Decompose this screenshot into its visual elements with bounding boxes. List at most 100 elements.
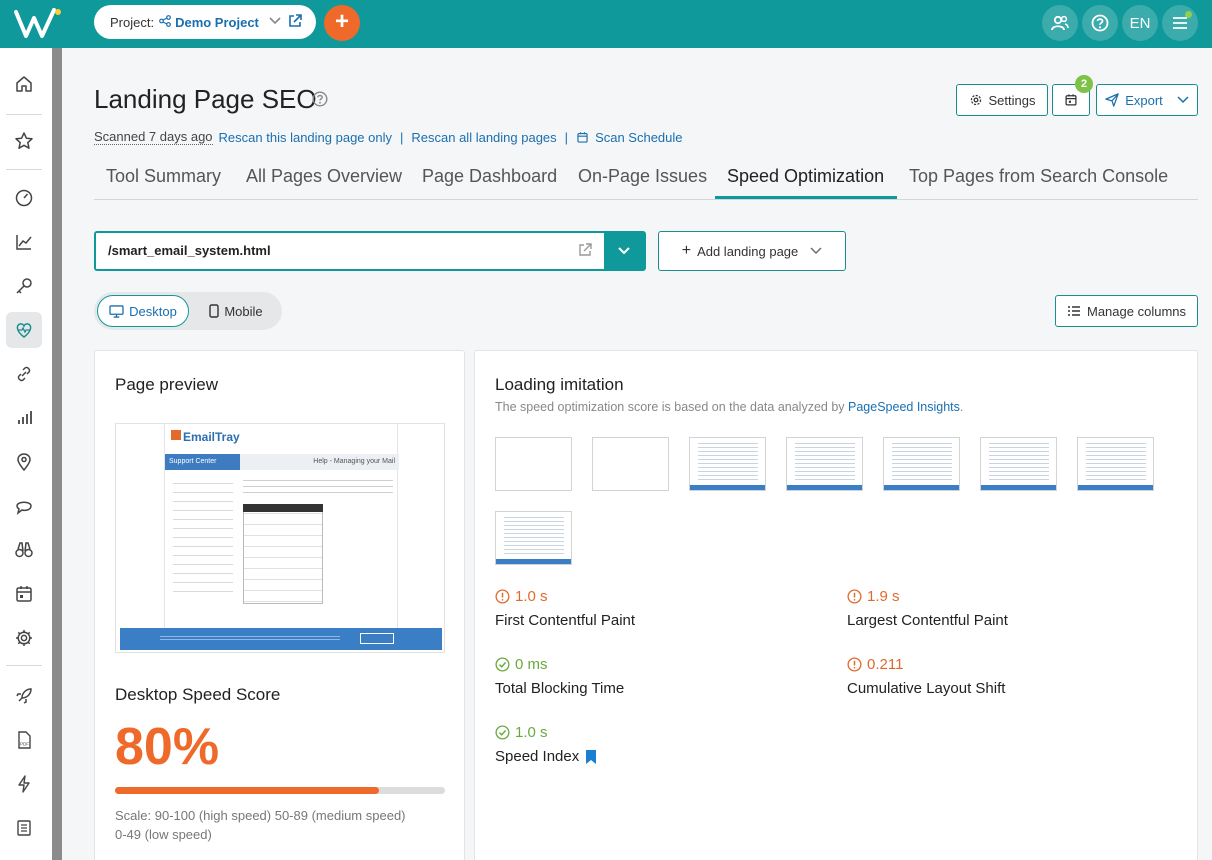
frame-banner [787, 485, 862, 490]
columns-icon [1068, 306, 1080, 316]
frame-banner [884, 485, 959, 490]
add-landing-page-button[interactable]: + Add landing page [658, 231, 846, 271]
sidebar-item-analytics[interactable] [6, 400, 42, 436]
preview-site-section: Support Center [165, 454, 240, 470]
sidebar-item-speed[interactable] [6, 180, 42, 216]
help-circle-icon[interactable] [312, 91, 328, 112]
menu-button[interactable] [1162, 5, 1198, 41]
warning-icon [847, 589, 862, 604]
sidebar-item-competitors[interactable] [6, 532, 42, 568]
check-circle-icon [495, 725, 510, 740]
app-logo[interactable] [14, 6, 64, 42]
sidebar-item-rankings[interactable] [6, 224, 42, 260]
chart-icon [16, 235, 32, 250]
lcp-value: 1.9 s [847, 588, 900, 605]
tab-bar: Tool Summary All Pages Overview Page Das… [94, 158, 1198, 200]
sidebar-item-backlinks[interactable] [6, 356, 42, 392]
check-circle-icon [495, 657, 510, 672]
tab-top-pages-search-console[interactable]: Top Pages from Search Console [909, 166, 1168, 187]
link-icon [17, 366, 31, 382]
rescan-page-link[interactable]: Rescan this landing page only [219, 130, 392, 145]
schedule-calendar-button[interactable]: 2 [1052, 75, 1093, 116]
rescan-all-link[interactable]: Rescan all landing pages [411, 130, 556, 145]
sidebar-item-quick[interactable] [6, 766, 42, 802]
gauge-icon [15, 189, 33, 207]
scan-info: Scanned 7 days ago Rescan this landing p… [94, 129, 683, 145]
frame-content [892, 440, 952, 480]
bolt-icon [18, 775, 30, 793]
sidebar-item-home[interactable] [6, 66, 42, 102]
share-icon [159, 14, 171, 30]
url-dropdown-toggle[interactable] [604, 233, 644, 269]
sidebar-item-launch[interactable] [6, 678, 42, 714]
warning-icon [847, 657, 862, 672]
tab-all-pages-overview[interactable]: All Pages Overview [246, 166, 402, 187]
sidebar-item-settings[interactable] [6, 620, 42, 656]
tab-on-page-issues[interactable]: On-Page Issues [578, 166, 707, 187]
separator: | [400, 129, 404, 145]
speed-score-bar [115, 787, 445, 794]
sidebar-item-site-health[interactable] [6, 312, 42, 348]
desktop-label: Desktop [129, 303, 177, 319]
preview-site-frame: EmailTray Support Center Help - Managing… [164, 424, 399, 630]
external-link-icon[interactable] [578, 243, 592, 262]
scanned-text: Scanned 7 days ago [94, 129, 213, 145]
send-icon [1105, 93, 1119, 107]
sidebar-item-local[interactable] [6, 444, 42, 480]
mobile-toggle[interactable]: Mobile [196, 295, 276, 327]
subtitle-end: . [959, 400, 964, 414]
add-button[interactable]: + [324, 5, 360, 41]
active-tab-indicator [715, 196, 897, 199]
loading-imitation-subtitle: The speed optimization score is based on… [495, 400, 963, 414]
fcp-value: 1.0 s [495, 588, 548, 605]
export-button[interactable]: Export [1096, 84, 1198, 116]
score-scale-line: 0-49 (low speed) [115, 827, 212, 842]
tab-page-dashboard[interactable]: Page Dashboard [422, 166, 557, 187]
pin-icon [17, 453, 31, 472]
metric-value: 0 ms [515, 656, 548, 673]
tab-speed-optimization[interactable]: Speed Optimization [727, 166, 884, 187]
help-button[interactable] [1082, 5, 1118, 41]
sidebar-item-favorites[interactable] [6, 123, 42, 159]
sidebar-item-reports[interactable]: PDF [6, 722, 42, 758]
sidebar-item-tasks[interactable] [6, 810, 42, 846]
loading-frame-thumbnail [883, 437, 960, 491]
landing-page-url: /smart_email_system.html [108, 243, 271, 258]
sidebar-item-calendar[interactable] [6, 576, 42, 612]
project-label: Project: [110, 14, 155, 30]
frame-content [698, 440, 758, 480]
language-button[interactable]: EN [1122, 5, 1158, 41]
settings-button[interactable]: Settings [956, 84, 1048, 116]
frame-banner [496, 559, 571, 564]
pagespeed-insights-link[interactable]: PageSpeed Insights [848, 400, 960, 414]
chevron-down-icon [269, 16, 281, 28]
landing-page-select[interactable]: /smart_email_system.html [94, 231, 646, 271]
heart-pulse-icon [16, 323, 32, 338]
frame-banner [690, 485, 765, 490]
sidebar-item-social[interactable] [6, 488, 42, 524]
external-link-icon[interactable] [288, 14, 302, 31]
calendar-icon [577, 131, 588, 143]
bookmark-icon[interactable] [585, 749, 597, 765]
home-icon [16, 76, 32, 92]
calendar-icon [1065, 94, 1077, 106]
score-scale-line: Scale: 90-100 (high speed) 50-89 (medium… [115, 808, 406, 823]
project-selector[interactable]: Project: Demo Project [94, 5, 316, 39]
sidebar-item-keywords[interactable] [6, 268, 42, 304]
loading-frame-thumbnail [980, 437, 1057, 491]
tab-tool-summary[interactable]: Tool Summary [106, 166, 221, 187]
notification-dot [1185, 11, 1192, 18]
top-bar: Project: Demo Project + EN [0, 0, 1212, 48]
sidebar-divider [6, 169, 42, 170]
scan-schedule-link[interactable]: Scan Schedule [595, 130, 682, 145]
desktop-toggle[interactable]: Desktop [97, 295, 189, 327]
fcp-label: First Contentful Paint [495, 612, 636, 629]
frame-content [1086, 440, 1146, 480]
chevron-down-icon [810, 247, 822, 254]
users-button[interactable] [1042, 5, 1078, 41]
monitor-icon [109, 304, 124, 318]
speed-index-row: Speed Index [495, 748, 597, 765]
metric-value: 1.0 s [515, 724, 548, 741]
manage-columns-button[interactable]: Manage columns [1055, 295, 1198, 327]
binoculars-icon [15, 542, 33, 558]
